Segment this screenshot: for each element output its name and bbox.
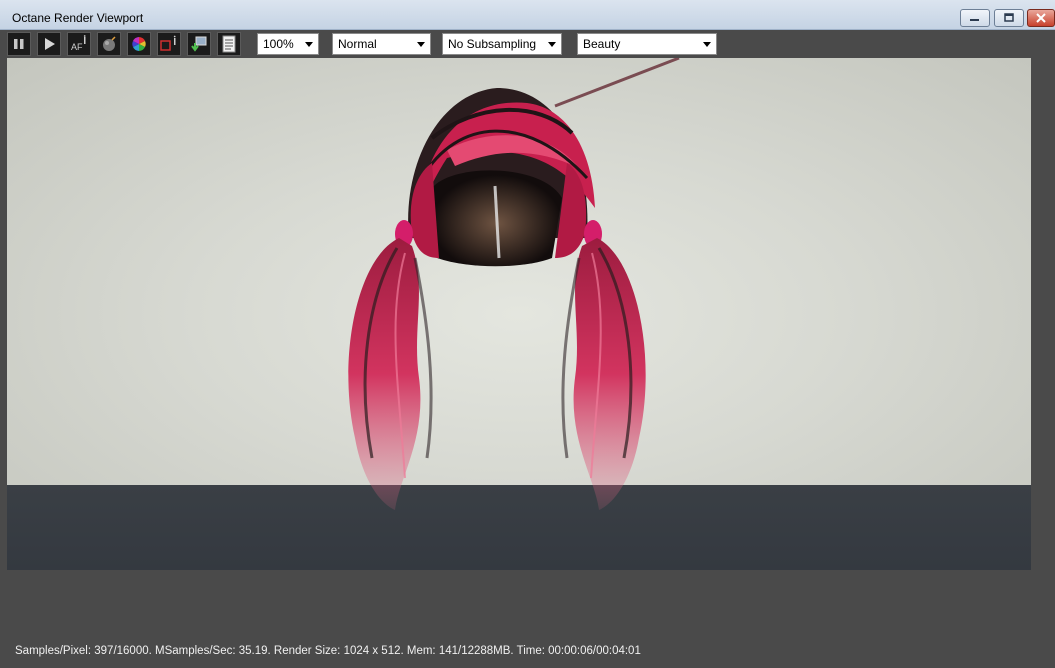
chevron-down-icon — [417, 42, 425, 47]
render-mode-dropdown[interactable]: Normal — [332, 33, 431, 55]
zoom-dropdown[interactable]: 100% — [257, 33, 319, 55]
bomb-button[interactable] — [97, 32, 121, 56]
bomb-icon — [103, 36, 116, 51]
rendered-hair-image — [348, 58, 680, 510]
zoom-value: 100% — [263, 37, 294, 51]
toolbar: AF 100% Normal No Subsampling Beauty — [0, 30, 1055, 58]
octane-render-viewport-window: Octane Render Viewport AF 100% Normal No… — [0, 0, 1055, 668]
window-title: Octane Render Viewport — [12, 11, 144, 25]
save-image-button[interactable] — [187, 32, 211, 56]
chevron-down-icon — [305, 42, 313, 47]
chevron-down-icon — [703, 42, 711, 47]
close-button[interactable] — [1027, 9, 1055, 27]
status-bar: Samples/Pixel: 397/16000. MSamples/Sec: … — [0, 640, 1055, 664]
subsampling-value: No Subsampling — [448, 37, 537, 51]
af-icon: AF — [71, 35, 86, 52]
region-render-button[interactable] — [157, 32, 181, 56]
color-wheel-icon — [132, 37, 146, 51]
play-icon — [45, 38, 55, 50]
render-viewport[interactable] — [7, 58, 1031, 570]
render-mode-value: Normal — [338, 37, 377, 51]
pause-button[interactable] — [7, 32, 31, 56]
play-button[interactable] — [37, 32, 61, 56]
color-picker-button[interactable] — [127, 32, 151, 56]
info-panel-button[interactable] — [217, 32, 241, 56]
minimize-button[interactable] — [960, 9, 990, 27]
viewport-frame-right — [1031, 58, 1055, 570]
close-icon — [1036, 13, 1046, 23]
auto-focus-button[interactable]: AF — [67, 32, 91, 56]
maximize-icon — [1004, 13, 1014, 22]
save-down-icon — [191, 36, 207, 52]
subsampling-dropdown[interactable]: No Subsampling — [442, 33, 562, 55]
render-statistics: Samples/Pixel: 397/16000. MSamples/Sec: … — [15, 645, 641, 657]
document-icon — [222, 35, 236, 53]
pause-icon — [14, 39, 24, 49]
render-pass-value: Beauty — [583, 37, 621, 51]
minimize-icon — [970, 19, 979, 21]
region-icon — [160, 35, 176, 51]
title-bar[interactable]: Octane Render Viewport — [0, 0, 1055, 30]
svg-text:AF: AF — [71, 42, 83, 52]
chevron-down-icon — [548, 42, 556, 47]
maximize-button[interactable] — [994, 9, 1024, 27]
render-pass-dropdown[interactable]: Beauty — [577, 33, 717, 55]
